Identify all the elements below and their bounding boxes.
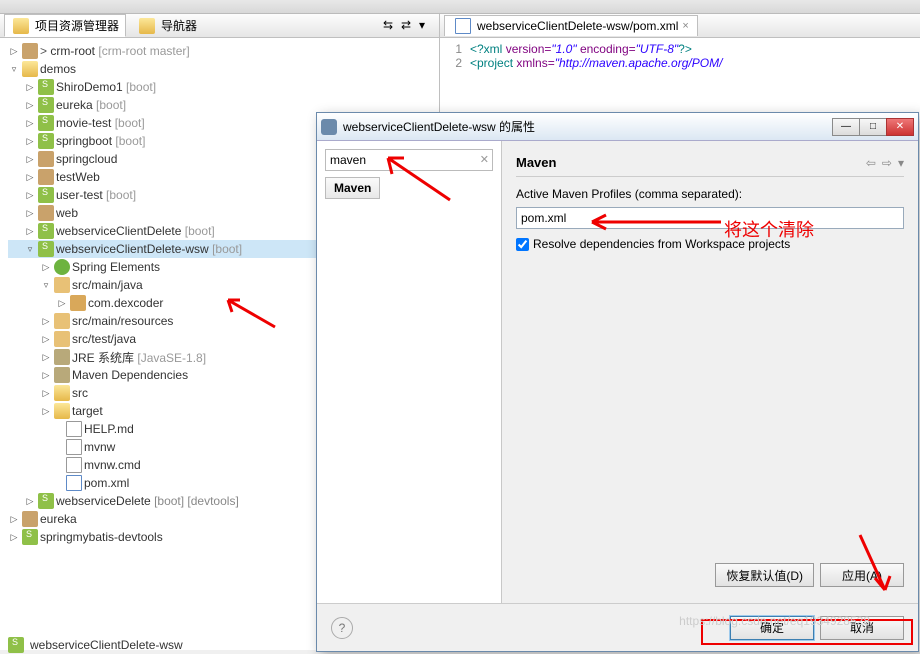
spring-boot-icon	[38, 223, 54, 239]
resolve-checkbox[interactable]	[516, 238, 529, 251]
folder-icon	[54, 403, 70, 419]
file-icon	[66, 421, 82, 437]
clear-filter-icon[interactable]: ✕	[480, 153, 489, 166]
maven-deps-icon	[54, 367, 70, 383]
category-maven[interactable]: Maven	[325, 177, 380, 199]
spring-boot-icon	[38, 79, 54, 95]
dialog-content: Maven ⇦ ⇨ ▾ Active Maven Profiles (comma…	[502, 141, 918, 603]
cancel-button[interactable]: 取消	[820, 616, 904, 640]
project-icon	[22, 511, 38, 527]
spring-boot-icon	[38, 115, 54, 131]
close-icon[interactable]: ×	[682, 20, 688, 32]
maximize-button[interactable]: □	[859, 118, 887, 136]
xml-file-icon	[455, 18, 471, 34]
spring-boot-icon	[8, 637, 24, 653]
help-icon[interactable]: ?	[331, 617, 353, 639]
project-icon	[22, 43, 38, 59]
file-icon	[66, 457, 82, 473]
resolve-label: Resolve dependencies from Workspace proj…	[533, 237, 790, 251]
tab-navigator[interactable]: 导航器	[130, 14, 204, 37]
xml-file-icon	[66, 475, 82, 491]
folder-icon	[13, 18, 29, 34]
dropdown-icon[interactable]: ▾	[898, 156, 904, 170]
project-icon	[38, 205, 54, 221]
spring-boot-icon	[38, 97, 54, 113]
profiles-input[interactable]	[516, 207, 904, 229]
package-icon	[70, 295, 86, 311]
navigator-icon	[139, 18, 155, 34]
status-label: webserviceClientDelete-wsw	[30, 638, 183, 652]
back-icon[interactable]: ⇦	[866, 156, 876, 170]
folder-icon	[22, 61, 38, 77]
tab-label: 导航器	[161, 17, 197, 34]
dialog-title-bar[interactable]: webserviceClientDelete-wsw 的属性 — □ ✕	[317, 113, 918, 141]
editor-tab-bar: webserviceClientDelete-wsw/pom.xml ×	[440, 14, 920, 38]
spring-boot-icon	[38, 493, 54, 509]
close-button[interactable]: ✕	[886, 118, 914, 136]
section-heading: Maven	[516, 155, 556, 170]
expand-icon[interactable]: ▷	[8, 45, 20, 57]
status-bar: webserviceClientDelete-wsw	[6, 637, 183, 653]
minimize-button[interactable]: —	[832, 118, 860, 136]
link-editor-icon[interactable]: ⇄	[401, 18, 417, 34]
spring-boot-icon	[38, 187, 54, 203]
folder-icon	[54, 385, 70, 401]
forward-icon[interactable]: ⇨	[882, 156, 892, 170]
expand-icon[interactable]: ▿	[8, 63, 20, 75]
ok-button[interactable]: 确定	[730, 616, 814, 640]
source-folder-icon	[54, 331, 70, 347]
source-folder-icon	[54, 277, 70, 293]
file-icon	[66, 439, 82, 455]
spring-boot-icon	[38, 241, 54, 257]
properties-dialog: webserviceClientDelete-wsw 的属性 — □ ✕ ✕ M…	[316, 112, 919, 652]
view-menu-icon[interactable]: ▾	[419, 18, 435, 34]
filter-input[interactable]	[325, 149, 493, 171]
spring-icon	[54, 259, 70, 275]
spring-boot-icon	[22, 529, 38, 545]
dialog-sidebar: ✕ Maven	[317, 141, 502, 603]
editor-tab-label: webserviceClientDelete-wsw/pom.xml	[477, 19, 678, 33]
profiles-label: Active Maven Profiles (comma separated):	[516, 187, 904, 201]
tab-project-explorer[interactable]: 项目资源管理器	[4, 14, 126, 37]
spring-boot-icon	[38, 133, 54, 149]
tab-label: 项目资源管理器	[35, 17, 119, 34]
project-icon	[38, 169, 54, 185]
jre-library-icon	[54, 349, 70, 365]
collapse-all-icon[interactable]: ⇆	[383, 18, 399, 34]
source-folder-icon	[54, 313, 70, 329]
restore-defaults-button[interactable]: 恢复默认值(D)	[715, 563, 814, 587]
dialog-title: webserviceClientDelete-wsw 的属性	[343, 118, 535, 135]
panel-tab-bar: 项目资源管理器 导航器 ⇆ ⇄ ▾	[0, 14, 439, 38]
editor-tab[interactable]: webserviceClientDelete-wsw/pom.xml ×	[444, 15, 698, 36]
dialog-icon	[321, 119, 337, 135]
project-icon	[38, 151, 54, 167]
apply-button[interactable]: 应用(A)	[820, 563, 904, 587]
